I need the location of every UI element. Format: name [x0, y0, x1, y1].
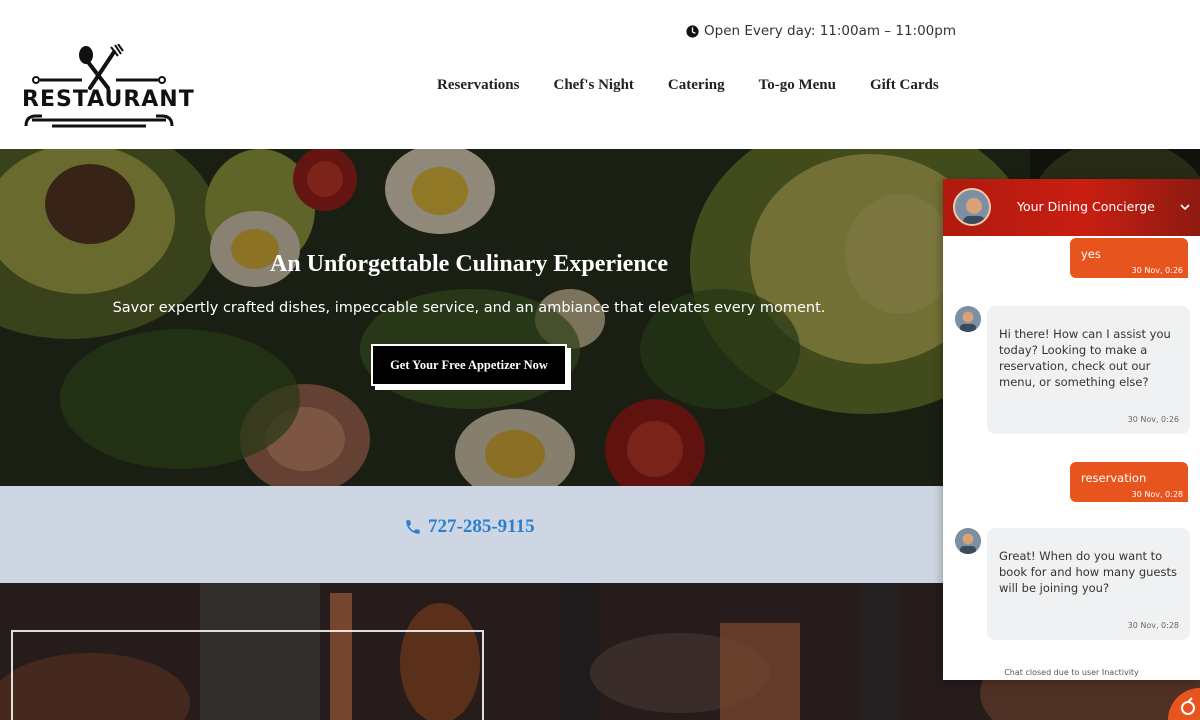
bot-message: Hi there! How can I assist you today? Lo… — [987, 306, 1190, 434]
hero-subtitle: Savor expertly crafted dishes, impeccabl… — [112, 300, 826, 316]
chat-closed-notice: Chat closed due to user Inactivity — [1004, 668, 1139, 677]
hours-text: Open Every day: 11:00am – 11:00pm — [704, 23, 956, 39]
nav-reservations[interactable]: Reservations — [437, 77, 520, 94]
hero-title: An Unforgettable Culinary Experience — [270, 251, 668, 277]
content-frame — [11, 630, 484, 720]
free-appetizer-button[interactable]: Get Your Free Appetizer Now — [371, 344, 567, 386]
message-text: reservation — [1081, 471, 1147, 485]
message-time: 30 Nov, 0:28 — [1127, 621, 1179, 630]
site-header: RESTAURANT Open Every day: 11:00am – 11:… — [0, 0, 1200, 149]
message-time: 30 Nov, 0:28 — [1131, 490, 1183, 499]
chat-launcher-icon — [1181, 697, 1195, 715]
chat-widget: Your Dining Concierge yes 30 Nov, 0:26 H… — [943, 179, 1200, 680]
message-time: 30 Nov, 0:26 — [1131, 266, 1183, 275]
phone-icon — [406, 520, 420, 534]
nav-to-go-menu[interactable]: To-go Menu — [759, 77, 836, 94]
nav-chefs-night[interactable]: Chef's Night — [554, 77, 634, 94]
chat-title: Your Dining Concierge — [1017, 199, 1155, 214]
logo-text: RESTAURANT — [22, 87, 195, 112]
message-text: yes — [1081, 247, 1101, 261]
user-message: reservation 30 Nov, 0:28 — [1070, 462, 1188, 502]
bot-avatar — [955, 306, 981, 332]
avatar-image — [955, 528, 981, 554]
message-text: Hi there! How can I assist you today? Lo… — [999, 327, 1171, 389]
avatar-image — [955, 306, 981, 332]
phone-number: 727-285-9115 — [428, 516, 535, 537]
restaurant-logo[interactable]: RESTAURANT — [22, 43, 195, 134]
user-message: yes 30 Nov, 0:26 — [1070, 238, 1188, 278]
chat-header[interactable]: Your Dining Concierge — [943, 179, 1200, 236]
nav-gift-cards[interactable]: Gift Cards — [870, 77, 939, 94]
bot-message: Great! When do you want to book for and … — [987, 528, 1190, 640]
message-text: Great! When do you want to book for and … — [999, 549, 1177, 595]
avatar-image — [955, 190, 989, 224]
concierge-avatar — [953, 188, 991, 226]
message-time: 30 Nov, 0:26 — [1127, 415, 1179, 424]
chevron-down-icon[interactable] — [1178, 200, 1192, 214]
clock-icon — [686, 24, 699, 38]
chat-messages[interactable]: yes 30 Nov, 0:26 Hi there! How can I ass… — [943, 236, 1200, 680]
main-nav: Reservations Chef's Night Catering To-go… — [437, 77, 939, 94]
nav-catering[interactable]: Catering — [668, 77, 725, 94]
bot-avatar — [955, 528, 981, 554]
phone-link[interactable]: 727-285-9115 — [404, 516, 535, 538]
opening-hours: Open Every day: 11:00am – 11:00pm — [686, 23, 956, 39]
